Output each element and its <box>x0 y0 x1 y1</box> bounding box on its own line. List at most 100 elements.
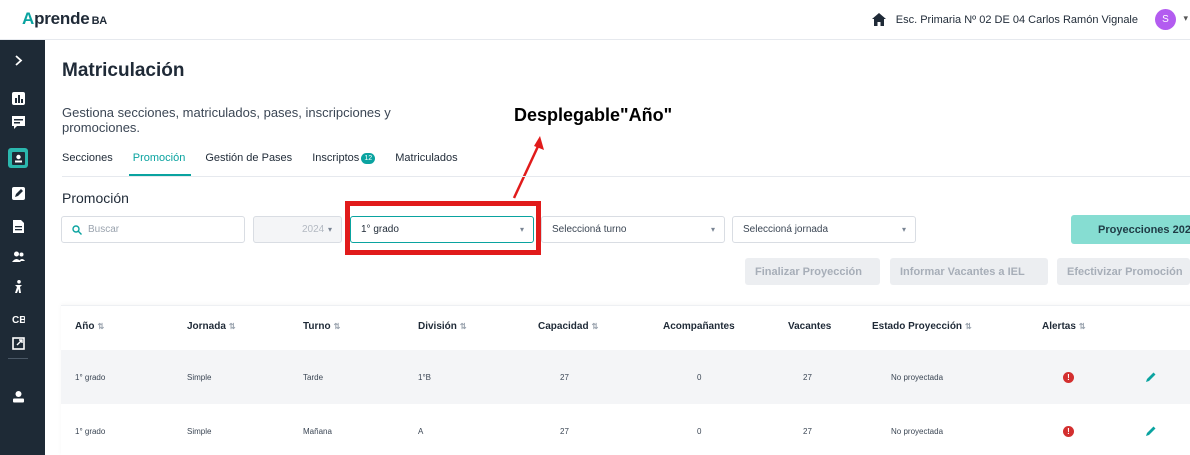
sidebar-item-external[interactable] <box>8 333 28 353</box>
cell-division: A <box>418 426 424 436</box>
sidebar-item-people[interactable] <box>8 246 28 266</box>
count-badge: 12 <box>361 153 376 164</box>
table-row: 1° grado Simple Tarde 1°B 27 0 27 No pro… <box>61 350 1190 404</box>
sort-icon: ⇅ <box>1078 321 1086 331</box>
id-card-icon <box>11 151 25 165</box>
tab-matriculados[interactable]: Matriculados <box>395 152 457 176</box>
sort-icon: ⇅ <box>97 321 105 331</box>
top-bar: Aprende BA Esc. Primaria Nº 02 DE 04 Carl… <box>0 0 1190 40</box>
cell-alerta[interactable]: ! <box>1063 404 1074 455</box>
projections-button[interactable]: Proyecciones 2025 <box>1071 215 1190 244</box>
chevron-down-icon: ▾ <box>710 225 715 234</box>
sidebar-item-messages[interactable] <box>8 112 28 132</box>
column-header-alertas[interactable]: Alertas ⇅ <box>1042 306 1086 346</box>
cell-vacantes: 27 <box>803 426 812 436</box>
figure-icon <box>14 279 22 293</box>
jornada-select[interactable]: Seleccioná jornada ▾ <box>732 216 916 243</box>
cell-division: 1°B <box>418 372 431 382</box>
column-header-estado[interactable]: Estado Proyección ⇅ <box>872 306 972 346</box>
search-icon <box>72 224 82 235</box>
sidebar-divider <box>8 358 28 359</box>
edit-icon[interactable] <box>1145 371 1157 383</box>
cell-vacantes: 27 <box>803 372 812 382</box>
tab-gestion-de-pases[interactable]: Gestión de Pases <box>205 152 292 176</box>
message-icon <box>11 115 25 129</box>
tab-inscriptos[interactable]: Inscriptos 12 <box>312 152 376 176</box>
sidebar-item-dashboard[interactable] <box>8 88 28 108</box>
finalize-projection-button[interactable]: Finalizar Proyección <box>745 258 880 285</box>
sidebar: CB <box>0 40 45 455</box>
document-icon <box>12 219 24 233</box>
column-header-turno[interactable]: Turno ⇅ <box>303 306 340 346</box>
report-icon: CB <box>12 315 25 325</box>
search-input[interactable]: Buscar <box>61 216 245 243</box>
tab-secciones[interactable]: Secciones <box>62 152 113 176</box>
cell-estado: No proyectada <box>891 372 944 382</box>
sidebar-item-activity[interactable] <box>8 276 28 296</box>
annotation-highlight-box <box>345 201 541 255</box>
chevron-down-icon: ▾ <box>327 225 332 234</box>
school-selector[interactable]: Esc. Primaria Nº 02 DE 04 Carlos Ramón V… <box>871 13 1138 26</box>
turno-placeholder: Seleccioná turno <box>552 224 627 235</box>
year-select[interactable]: 2024 ▾ <box>253 216 342 243</box>
column-header-acompanantes: Acompañantes <box>663 320 735 332</box>
table-header: Año ⇅ Jornada ⇅ Turno ⇅ División ⇅ Capacidad… <box>61 306 1190 346</box>
avatar[interactable]: S <box>1155 9 1176 30</box>
inform-vacancies-button[interactable]: Informar Vacantes a IEL <box>890 258 1048 285</box>
open-external-icon <box>11 336 25 350</box>
edit-square-icon <box>11 186 25 200</box>
logo-text: prende <box>34 9 90 28</box>
logo-first-letter: A <box>22 9 35 28</box>
sidebar-item-profile[interactable] <box>8 386 28 406</box>
tabs-divider <box>62 176 1190 177</box>
turno-select[interactable]: Seleccioná turno ▾ <box>541 216 725 243</box>
search-placeholder: Buscar <box>88 224 120 235</box>
cell-alerta[interactable]: ! <box>1063 350 1074 404</box>
chevron-down-icon[interactable]: ▾ <box>1183 13 1188 24</box>
sort-icon: ⇅ <box>591 321 599 331</box>
sort-icon: ⇅ <box>965 321 972 331</box>
column-header-jornada[interactable]: Jornada ⇅ <box>187 306 236 346</box>
table-row: 1° grado Simple Mañana A 27 0 27 No proy… <box>61 404 1190 455</box>
annotation-arrow-icon <box>512 136 544 199</box>
cell-capacidad: 27 <box>560 426 569 436</box>
annotation-label: Desplegable"Año" <box>514 105 673 125</box>
alert-icon[interactable]: ! <box>1063 425 1074 437</box>
cell-jornada: Simple <box>187 372 212 382</box>
sidebar-item-documents[interactable] <box>8 216 28 236</box>
column-header-vacantes: Vacantes <box>788 320 832 332</box>
year-value: 2024 <box>302 224 325 235</box>
tab-promocion[interactable]: Promoción <box>128 152 191 176</box>
alert-icon[interactable]: ! <box>1063 371 1074 383</box>
cell-edit[interactable] <box>1145 404 1157 455</box>
column-header-division[interactable]: División ⇅ <box>418 306 467 346</box>
chart-icon <box>11 91 25 105</box>
sidebar-item-matriculacion[interactable] <box>8 148 28 168</box>
sidebar-item-reports[interactable]: CB <box>8 308 28 328</box>
column-header-capacidad[interactable]: Capacidad ⇅ <box>538 306 598 346</box>
user-icon <box>12 390 24 402</box>
sort-icon: ⇅ <box>333 321 341 331</box>
effectivize-promotion-button[interactable]: Efectivizar Promoción <box>1057 258 1190 285</box>
sort-icon: ⇅ <box>459 321 467 331</box>
cell-edit[interactable] <box>1145 350 1157 404</box>
page-title: Matriculación <box>62 60 185 81</box>
chevron-down-icon: ▾ <box>901 225 906 234</box>
promotion-table: Año ⇅ Jornada ⇅ Turno ⇅ División ⇅ Capacidad… <box>61 305 1190 455</box>
expand-sidebar-icon[interactable] <box>8 50 28 70</box>
cell-turno: Tarde <box>303 372 324 382</box>
cell-capacidad: 27 <box>560 372 569 382</box>
cell-acompanantes: 0 <box>697 372 702 382</box>
school-name: Esc. Primaria Nº 02 DE 04 Carlos Ramón V… <box>895 13 1138 26</box>
logo-suffix: BA <box>91 15 108 27</box>
column-header-ano[interactable]: Año ⇅ <box>75 306 104 346</box>
cell-ano: 1° grado <box>75 372 106 382</box>
cell-estado: No proyectada <box>891 426 944 436</box>
edit-icon[interactable] <box>1145 425 1157 437</box>
sidebar-item-edit[interactable] <box>8 183 28 203</box>
app-logo[interactable]: Aprende BA <box>22 9 107 29</box>
jornada-placeholder: Seleccioná jornada <box>743 224 829 235</box>
cell-jornada: Simple <box>187 426 212 436</box>
home-icon <box>871 13 886 26</box>
cell-ano: 1° grado <box>75 426 106 436</box>
